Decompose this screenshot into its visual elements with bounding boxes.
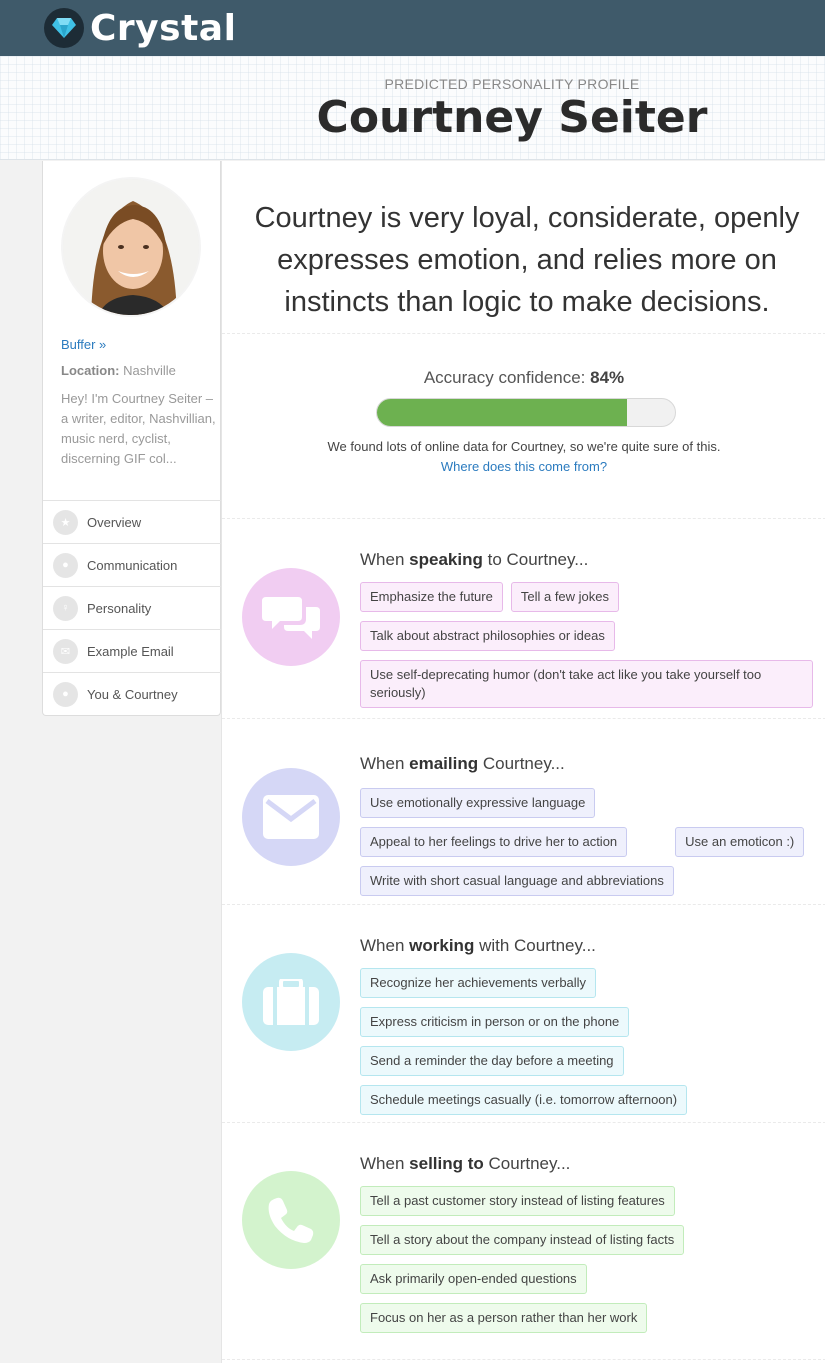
title-prefix: When (360, 550, 405, 569)
brand-name: Crystal (90, 7, 237, 49)
bio: Hey! I'm Courtney Seiter – a writer, edi… (61, 391, 216, 466)
section-title: When emailing Courtney... (360, 754, 565, 774)
tip-chip[interactable]: Tell a few jokes (510, 582, 620, 612)
divider (222, 1359, 825, 1360)
title-suffix: with Courtney... (479, 936, 596, 955)
title-suffix: Courtney... (488, 1154, 571, 1173)
working-section: When working with Courtney... Recognize … (222, 904, 825, 1122)
accuracy-label-text: Accuracy confidence: (423, 368, 586, 387)
title-suffix: to Courtney... (487, 550, 589, 569)
envelope-icon (242, 768, 340, 866)
profile-sidebar: Buffer » Location: Nashville Hey! I'm Co… (42, 161, 221, 716)
tip-chip[interactable]: Tell a past customer story instead of li… (360, 1186, 675, 1216)
sidebar-item-label: Overview (87, 514, 142, 530)
tip-chip[interactable]: Appeal to her feelings to drive her to a… (360, 827, 628, 857)
location: Location: Nashville (61, 363, 176, 378)
title-suffix: Courtney... (482, 754, 565, 773)
profile-kicker: PREDICTED PERSONALITY PROFILE (384, 76, 640, 92)
tip-chip[interactable]: Talk about abstract philosophies or idea… (360, 621, 615, 651)
tip-chip[interactable]: Use self-deprecating humor (don't take a… (360, 660, 813, 708)
chat-icon: ● (53, 552, 78, 578)
main-content: Courtney is very loyal, considerate, ope… (221, 161, 825, 1363)
data-source-link[interactable]: Where does this come from? (222, 459, 825, 474)
top-navbar: Crystal (0, 0, 825, 56)
emailing-section: When emailing Courtney... Use emotionall… (222, 718, 825, 904)
sidebar-item-label: Personality (87, 600, 152, 616)
divider (222, 333, 825, 334)
tip-chip[interactable]: Tell a story about the company instead o… (360, 1225, 685, 1255)
sidebar-item-overview[interactable]: ★ Overview (43, 500, 221, 543)
tip-chip[interactable]: Use an emoticon :) (675, 827, 805, 857)
section-title: When speaking to Courtney... (360, 550, 588, 570)
title-keyword: selling to (409, 1154, 484, 1173)
speaking-section: When speaking to Courtney... Emphasize t… (222, 518, 825, 718)
sidebar-item-label: Communication (87, 557, 178, 573)
sidebar-nav: ★ Overview ● Communication ♀ Personality… (43, 500, 221, 715)
profile-name: Courtney Seiter (316, 92, 708, 143)
briefcase-icon (242, 953, 340, 1051)
star-icon: ★ (53, 509, 78, 535)
title-keyword: speaking (409, 550, 483, 569)
tip-chip[interactable]: Schedule meetings casually (i.e. tomorro… (360, 1085, 688, 1115)
title-prefix: When (360, 1154, 405, 1173)
sidebar-item-personality[interactable]: ♀ Personality (43, 586, 221, 629)
accuracy-note: We found lots of online data for Courtne… (327, 439, 721, 454)
accuracy-progress-bar (376, 398, 676, 427)
tip-chip[interactable]: Write with short casual language and abb… (360, 866, 674, 896)
tip-chip[interactable]: Emphasize the future (360, 582, 503, 612)
sidebar-item-example-email[interactable]: ✉ Example Email (43, 629, 221, 672)
title-keyword: working (409, 936, 475, 955)
tip-chip[interactable]: Ask primarily open-ended questions (360, 1264, 587, 1294)
diamond-icon (44, 8, 84, 48)
tip-chip[interactable]: Recognize her achievements verbally (360, 968, 597, 998)
user-icon: ● (53, 681, 78, 707)
profile-header: PREDICTED PERSONALITY PROFILE Courtney S… (0, 56, 825, 160)
tip-chip[interactable]: Use emotionally expressive language (360, 788, 596, 818)
tip-chip[interactable]: Send a reminder the day before a meeting (360, 1046, 624, 1076)
tip-chip[interactable]: Focus on her as a person rather than her… (360, 1303, 648, 1333)
company-link[interactable]: Buffer » (61, 337, 106, 352)
section-title: When working with Courtney... (360, 936, 596, 956)
tip-list: Emphasize the future Tell a few jokes Ta… (360, 582, 815, 708)
location-label: Location: (61, 363, 120, 378)
title-prefix: When (360, 936, 405, 955)
accuracy-progress-fill (377, 399, 628, 426)
accuracy-value: 84% (590, 368, 625, 387)
phone-icon (242, 1171, 340, 1269)
title-keyword: emailing (409, 754, 479, 773)
chat-bubbles-icon (242, 568, 340, 666)
envelope-icon: ✉ (53, 638, 78, 664)
lightbulb-icon: ♀ (53, 595, 78, 621)
sidebar-item-communication[interactable]: ● Communication (43, 543, 221, 586)
tip-chip[interactable]: Express criticism in person or on the ph… (360, 1007, 630, 1037)
tip-list: Recognize her achievements verbally Expr… (360, 968, 815, 1115)
title-prefix: When (360, 754, 405, 773)
tip-list: Tell a past customer story instead of li… (360, 1186, 815, 1333)
selling-section: When selling to Courtney... Tell a past … (222, 1122, 825, 1340)
sidebar-item-label: You & Courtney (87, 686, 178, 702)
tip-list: Use emotionally expressive language Appe… (360, 788, 815, 896)
accuracy-label: Accuracy confidence: 84% (222, 368, 825, 388)
location-value: Nashville (123, 363, 176, 378)
sidebar-item-label: Example Email (87, 643, 174, 659)
section-title: When selling to Courtney... (360, 1154, 570, 1174)
avatar (61, 177, 201, 317)
sidebar-item-you-and-courtney[interactable]: ● You & Courtney (43, 672, 221, 715)
crystal-logo[interactable]: Crystal (44, 7, 237, 49)
personality-summary: Courtney is very loyal, considerate, ope… (254, 202, 800, 318)
